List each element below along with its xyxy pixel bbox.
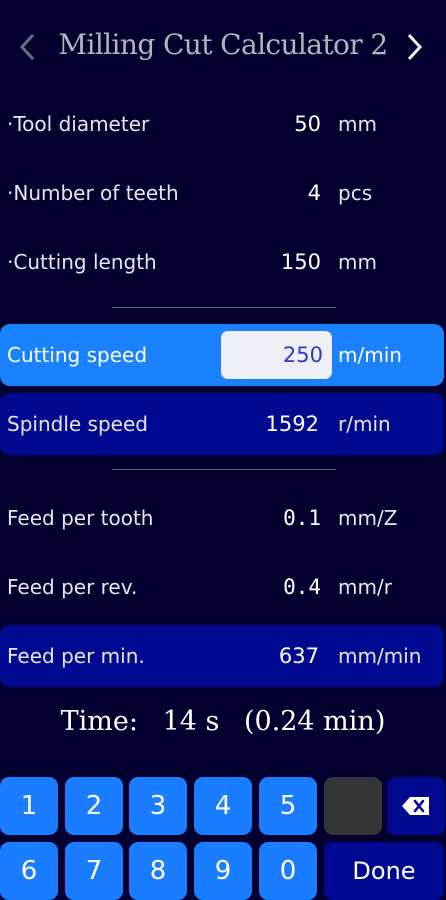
key-9[interactable]: 9: [194, 842, 252, 900]
backspace-icon[interactable]: [387, 777, 445, 835]
divider: [112, 469, 336, 470]
time-label: Time:: [60, 706, 138, 737]
cutting-length-value: 150: [280, 250, 321, 274]
key-3[interactable]: 3: [129, 777, 187, 835]
tool-diameter-value: 50: [294, 112, 321, 136]
numeric-keypad: 1 2 3 4 5 6 7 8 9 0 Done: [0, 774, 446, 900]
tool-diameter-row[interactable]: ·Tool diameter 50 mm: [0, 93, 446, 155]
key-1[interactable]: 1: [0, 777, 58, 835]
number-of-teeth-row[interactable]: ·Number of teeth 4 pcs: [0, 162, 446, 224]
key-0[interactable]: 0: [259, 842, 317, 900]
chevron-right-icon[interactable]: [404, 32, 430, 62]
header: Milling Cut Calculator 2: [0, 14, 446, 80]
spindle-speed-unit: r/min: [338, 412, 391, 436]
cutting-speed-unit: m/min: [338, 343, 402, 367]
cutting-speed-row[interactable]: Cutting speed 250 m/min: [0, 324, 444, 386]
cutting-speed-input[interactable]: 250: [221, 331, 332, 379]
key-4[interactable]: 4: [194, 777, 252, 835]
number-of-teeth-label: ·Number of teeth: [7, 181, 179, 205]
tool-diameter-unit: mm: [338, 112, 377, 136]
feed-per-tooth-unit: mm/Z: [338, 506, 398, 530]
feed-per-min-row[interactable]: Feed per min. 637 mm/min: [0, 625, 444, 687]
tool-diameter-label: ·Tool diameter: [7, 112, 150, 136]
feed-per-rev-row[interactable]: Feed per rev. 0.4 mm/r: [0, 556, 446, 618]
cutting-length-label: ·Cutting length: [7, 250, 157, 274]
feed-per-rev-label: Feed per rev.: [7, 575, 138, 599]
spindle-speed-value: 1592: [265, 412, 319, 436]
key-7[interactable]: 7: [65, 842, 123, 900]
done-button[interactable]: Done: [324, 842, 444, 900]
calculator-screen: Milling Cut Calculator 2 ·Tool diameter …: [0, 0, 446, 900]
page-title: Milling Cut Calculator 2: [58, 28, 388, 61]
key-5[interactable]: 5: [259, 777, 317, 835]
feed-per-min-unit: mm/min: [338, 644, 422, 668]
cutting-speed-value: 250: [282, 343, 323, 367]
feed-per-tooth-row[interactable]: Feed per tooth 0.1 mm/Z: [0, 487, 446, 549]
feed-per-tooth-label: Feed per tooth: [7, 506, 154, 530]
time-seconds: 14 s: [162, 706, 220, 737]
key-8[interactable]: 8: [129, 842, 187, 900]
spindle-speed-label: Spindle speed: [7, 412, 148, 436]
feed-per-tooth-value: 0.1: [283, 506, 321, 530]
cutting-length-row[interactable]: ·Cutting length 150 mm: [0, 231, 446, 293]
time-result: Time: 14 s (0.24 min): [0, 706, 446, 756]
key-6[interactable]: 6: [0, 842, 58, 900]
feed-per-rev-unit: mm/r: [338, 575, 392, 599]
feed-per-rev-value: 0.4: [283, 575, 321, 599]
key-2[interactable]: 2: [65, 777, 123, 835]
time-minutes: (0.24 min): [243, 706, 386, 737]
blank-key: [324, 777, 382, 835]
chevron-left-icon[interactable]: [17, 32, 43, 62]
spindle-speed-row[interactable]: Spindle speed 1592 r/min: [0, 393, 444, 455]
number-of-teeth-unit: pcs: [338, 181, 373, 205]
feed-per-min-label: Feed per min.: [7, 644, 145, 668]
number-of-teeth-value: 4: [307, 181, 321, 205]
divider: [112, 307, 336, 308]
cutting-length-unit: mm: [338, 250, 377, 274]
cutting-speed-label: Cutting speed: [7, 343, 148, 367]
feed-per-min-value: 637: [278, 644, 319, 668]
